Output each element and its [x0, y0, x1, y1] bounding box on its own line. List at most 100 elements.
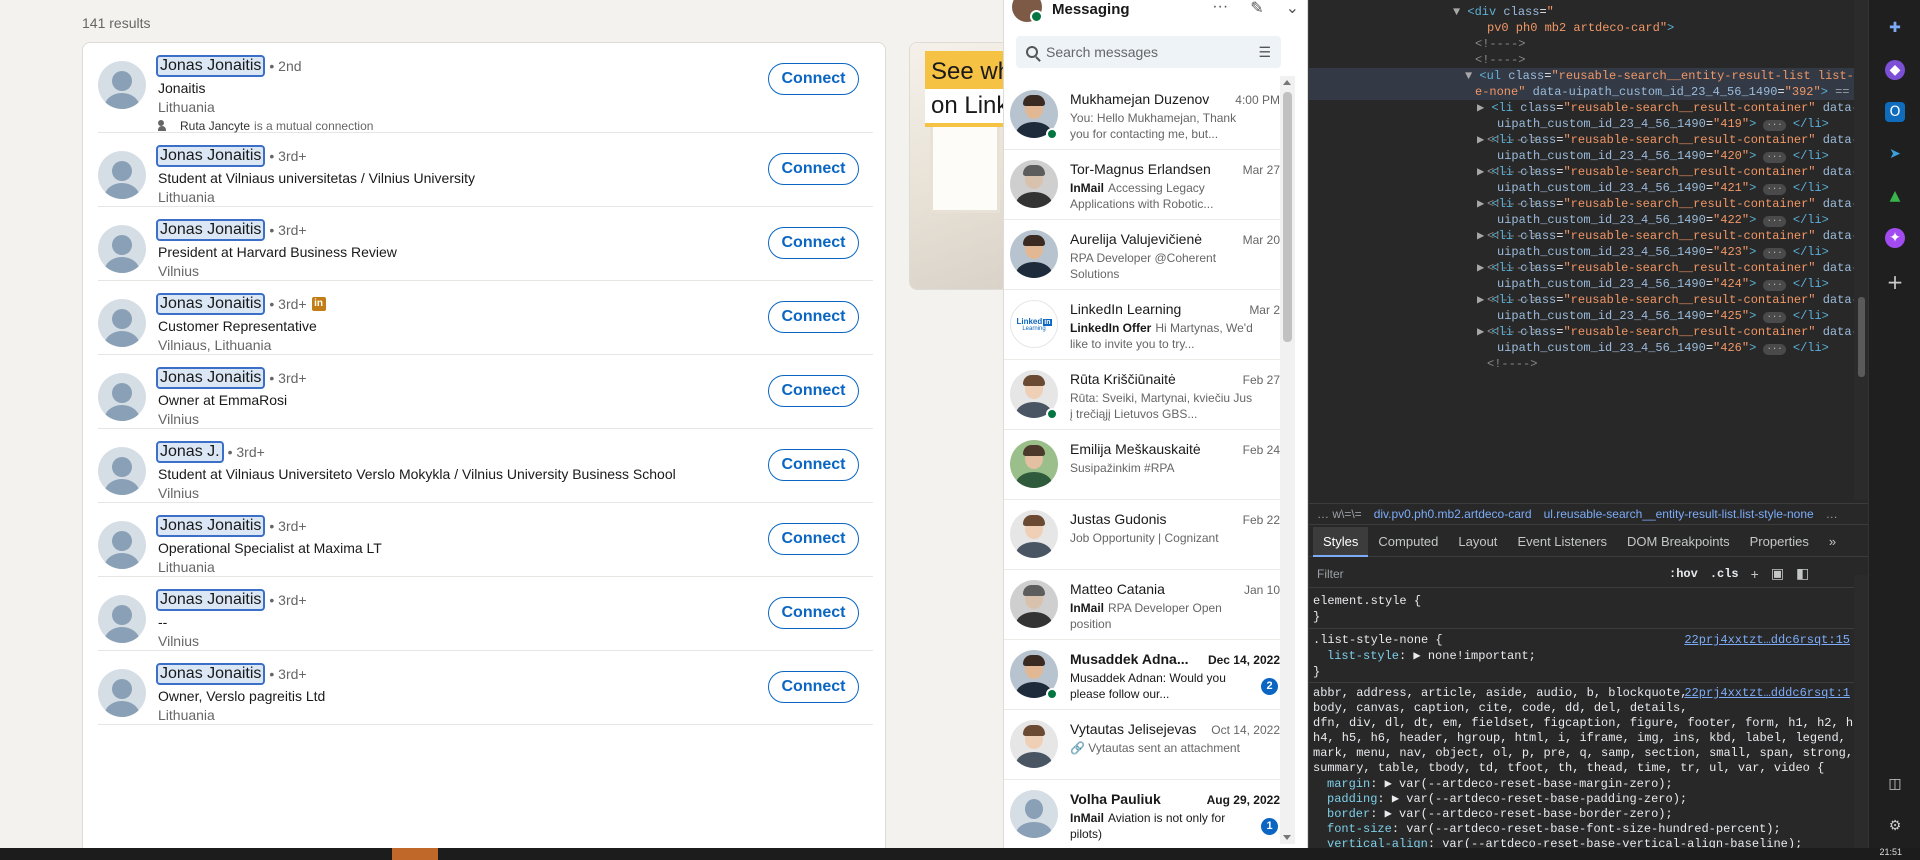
dom-node[interactable]: <!---->	[1309, 36, 1525, 52]
profile-name-link[interactable]: Jonas Jonaitis	[155, 55, 266, 77]
profile-name-link[interactable]: Jonas Jonaitis	[155, 145, 266, 167]
more-options-icon[interactable]: ···	[1212, 0, 1228, 18]
taskbar-app[interactable]	[392, 848, 438, 860]
breadcrumb-item[interactable]: ul.reusable-search__entity-result-list.l…	[1544, 507, 1814, 521]
messaging-header[interactable]: Messaging ··· ✎ ⌄	[1004, 0, 1307, 26]
conversation-item[interactable]: Vytautas Jelisejevas Oct 14, 2022 🔗 Vytaut…	[1004, 710, 1280, 780]
breadcrumb-item[interactable]: div.pv0.ph0.mb2.artdeco-card	[1374, 507, 1532, 521]
dom-node[interactable]: ▼ <div class="	[1309, 4, 1554, 20]
profile-name-link[interactable]: Jonas Jonaitis	[155, 219, 266, 241]
conversation-item[interactable]: Volha Pauliuk Aug 29, 2022 InMail Aviation …	[1004, 780, 1280, 848]
profile-name-link[interactable]: Jonas Jonaitis	[155, 293, 266, 315]
hov-toggle[interactable]: :hov	[1669, 567, 1698, 581]
profile-avatar[interactable]	[98, 447, 146, 495]
rule-selector[interactable]: abbr, address, article, aside, audio, b,…	[1313, 686, 1687, 701]
connect-button[interactable]: Connect	[768, 301, 859, 333]
dom-tree-scrollbar[interactable]	[1854, 0, 1868, 500]
dom-node[interactable]: e-none" data-uipath_custom_id_23_4_56_14…	[1309, 84, 1854, 100]
dom-node[interactable]: ▶ <li class="reusable-search__result-con…	[1309, 196, 1854, 212]
element-style-rule[interactable]: element.style {	[1313, 594, 1421, 609]
conversation-item[interactable]: Emilija Meškauskaitė Feb 24 Susipažinkim #…	[1004, 430, 1280, 500]
compose-icon[interactable]: ✎	[1250, 0, 1263, 18]
profile-name-link[interactable]: Jonas Jonaitis	[155, 515, 266, 537]
search-messages-input[interactable]	[1046, 44, 1259, 60]
profile-name-link[interactable]: Jonas Jonaitis	[155, 663, 266, 685]
profile-avatar[interactable]	[98, 225, 146, 273]
profile-avatar[interactable]	[98, 151, 146, 199]
dom-node[interactable]: <!---->	[1309, 52, 1525, 68]
dom-node[interactable]: ▶ <li class="reusable-search__result-con…	[1309, 292, 1854, 308]
devtools-tab[interactable]: Layout	[1448, 527, 1507, 557]
devtools-tab[interactable]: Event Listeners	[1507, 527, 1617, 557]
rule-source-link[interactable]: 22prj4xxtzt…dddc6rsqt:1	[1684, 686, 1850, 700]
dom-node[interactable]: ▶ <li class="reusable-search__result-con…	[1309, 100, 1854, 116]
dom-node[interactable]: ▼ <ul class="reusable-search__entity-res…	[1309, 68, 1854, 84]
devtools-tab[interactable]: Properties	[1740, 527, 1819, 557]
profile-avatar[interactable]	[98, 299, 146, 347]
outlook-icon[interactable]: O	[1885, 102, 1905, 122]
conversation-item[interactable]: Rūta Kriščiūnaitė Feb 27 Rūta: Sveiki, Mar…	[1004, 360, 1280, 430]
connect-button[interactable]: Connect	[768, 227, 859, 259]
profile-name-link[interactable]: Jonas J.	[156, 441, 224, 463]
tools-icon[interactable]: ✚	[1885, 18, 1905, 38]
devtools-tab[interactable]: »	[1819, 527, 1846, 557]
profile-name-link[interactable]: Jonas Jonaitis	[155, 367, 266, 389]
connect-button[interactable]: Connect	[768, 375, 859, 407]
connect-button[interactable]: Connect	[768, 523, 859, 555]
tree-icon[interactable]: ▲	[1885, 186, 1905, 206]
chevron-down-icon[interactable]: ⌄	[1286, 0, 1299, 18]
devtools-tab[interactable]: DOM Breakpoints	[1617, 527, 1740, 557]
conversation-item[interactable]: Musaddek Adna... Dec 14, 2022 Musaddek Adn…	[1004, 640, 1280, 710]
conversation-item[interactable]: Tor-Magnus Erlandsen Mar 27 InMail Accessin…	[1004, 150, 1280, 220]
paint-icon[interactable]: ▣	[1771, 565, 1784, 582]
style-declaration[interactable]: vertical-align: var(--artdeco-reset-base…	[1327, 837, 1802, 848]
rule-selector[interactable]: .list-style-none {	[1313, 633, 1443, 648]
gear-icon[interactable]: ⚙	[1885, 816, 1905, 836]
message-search-box[interactable]: ☰	[1016, 36, 1281, 68]
breadcrumb-item[interactable]: …	[1826, 507, 1838, 521]
scroll-down-arrow-icon[interactable]	[1283, 835, 1291, 840]
dom-node[interactable]: pv0 ph0 mb2 artdeco-card">	[1309, 20, 1674, 36]
styles-filter-input[interactable]	[1317, 566, 1657, 581]
dom-node[interactable]: ▶ <li class="reusable-search__result-con…	[1309, 132, 1854, 148]
my-avatar[interactable]	[1012, 0, 1043, 23]
scroll-up-arrow-icon[interactable]	[1283, 80, 1291, 85]
connect-button[interactable]: Connect	[768, 671, 859, 703]
conversation-item[interactable]: Justas Gudonis Feb 22 Job Opportunity | Co…	[1004, 500, 1280, 570]
style-declaration[interactable]: font-size: var(--artdeco-reset-base-font…	[1327, 822, 1781, 837]
breadcrumb-item[interactable]: … w\=\=	[1317, 507, 1362, 521]
sidebar-toggle-icon[interactable]: ◧	[1796, 565, 1809, 582]
style-declaration[interactable]: margin: ▶ var(--artdeco-reset-base-margi…	[1327, 777, 1673, 792]
style-declaration[interactable]: padding: ▶ var(--artdeco-reset-base-padd…	[1327, 792, 1687, 807]
dom-node[interactable]: ▶ <li class="reusable-search__result-con…	[1309, 260, 1854, 276]
conversation-item[interactable]: Mukhamejan Duzenov 4:00 PM You: Hello Mukh…	[1004, 80, 1280, 150]
profile-avatar[interactable]	[98, 61, 146, 109]
profile-avatar[interactable]	[98, 669, 146, 717]
profile-name-link[interactable]: Jonas Jonaitis	[155, 589, 266, 611]
mutual-connection[interactable]: Ruta Jancyte is a mutual connection	[158, 119, 698, 133]
conversation-item[interactable]: Aurelija Valujevičienė Mar 20 RPA Develope…	[1004, 220, 1280, 290]
devtools-tab[interactable]: Styles	[1313, 526, 1369, 557]
connect-button[interactable]: Connect	[768, 449, 859, 481]
dom-tree[interactable]: ··· ▼ <div class="pv0 ph0 mb2 artdeco-ca…	[1309, 0, 1854, 500]
panel-toggle-icon[interactable]: ◫	[1885, 774, 1905, 794]
profile-avatar[interactable]	[98, 373, 146, 421]
plus-icon[interactable]: +	[1751, 566, 1759, 582]
profile-avatar[interactable]	[98, 595, 146, 643]
filter-icon[interactable]: ☰	[1258, 44, 1271, 61]
telegram-icon[interactable]: ➤	[1885, 144, 1905, 164]
messaging-scrollbar[interactable]	[1280, 76, 1295, 844]
rule-source-link[interactable]: 22prj4xxtzt…ddc6rsqt:15	[1684, 633, 1850, 647]
dom-node[interactable]: ▶ <li class="reusable-search__result-con…	[1309, 164, 1854, 180]
profile-avatar[interactable]	[98, 521, 146, 569]
styles-scrollbar[interactable]	[1854, 575, 1868, 848]
style-declaration[interactable]: list-style: ▶ none!important;	[1327, 649, 1536, 664]
copilot-icon[interactable]: ◆	[1885, 60, 1905, 80]
ad-banner[interactable]: See wh on Link	[909, 42, 1009, 290]
connect-button[interactable]: Connect	[768, 63, 859, 95]
dom-node[interactable]: ▶ <li class="reusable-search__result-con…	[1309, 324, 1854, 340]
messenger-icon[interactable]: ✦	[1885, 228, 1905, 248]
conversation-item[interactable]: Matteo Catania Jan 10 InMail RPA Developer …	[1004, 570, 1280, 640]
connect-button[interactable]: Connect	[768, 597, 859, 629]
devtools-tab[interactable]: Computed	[1368, 527, 1448, 557]
